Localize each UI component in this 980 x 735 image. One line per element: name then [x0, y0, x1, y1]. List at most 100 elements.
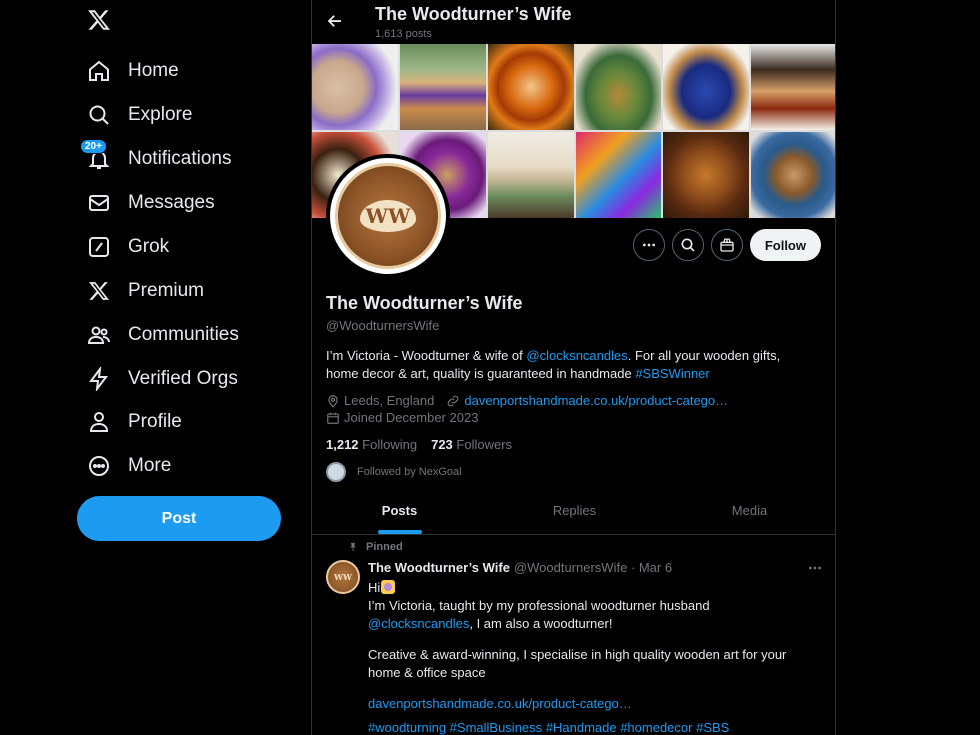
ellipsis-icon: [642, 243, 655, 247]
sidebar-nav: Home Explore 20+ Notifications Messages …: [76, 0, 306, 735]
sidebar-item-messages[interactable]: Messages: [86, 183, 215, 223]
tweet-text: Hi: [368, 580, 381, 595]
tweet-text: I’m Victoria, taught by my professional …: [368, 598, 710, 613]
followers-link[interactable]: 723 Followers: [431, 437, 512, 452]
location-text: Leeds, England: [344, 393, 435, 408]
pin-icon: [350, 542, 356, 552]
tweet-hashtags[interactable]: #woodturning #SmallBusiness #Handmade #h…: [368, 720, 729, 735]
website: davenportshandmade.co.uk/product-catego…: [446, 393, 728, 408]
heart-logo-icon: WW: [359, 200, 417, 232]
profile-name: The Woodturner’s Wife: [326, 293, 523, 313]
post-count: 1,613 posts: [375, 28, 432, 40]
followed-by-text: Followed by NexGoal: [357, 466, 462, 478]
banner-photo: [487, 132, 574, 218]
bell-icon: 20+: [80, 139, 112, 172]
calendar-icon: [327, 412, 339, 424]
grok-icon: [86, 234, 112, 260]
tweet-avatar[interactable]: WW: [326, 560, 360, 594]
pinned-text: Pinned: [366, 541, 403, 553]
joined-text: Joined December 2023: [344, 410, 479, 425]
post-button[interactable]: Post: [77, 496, 281, 541]
subscribe-button[interactable]: [710, 229, 743, 261]
more-options-button[interactable]: [632, 229, 665, 261]
follow-button[interactable]: Follow: [749, 229, 821, 261]
bio-mention-link[interactable]: @clocksncandles: [526, 348, 627, 363]
ellipsis-icon: [809, 566, 821, 570]
followed-by[interactable]: Followed by NexGoal: [326, 462, 462, 482]
banner-photo: [312, 44, 398, 130]
following-link[interactable]: 1,212 Following: [326, 437, 417, 452]
pinned-tweet[interactable]: Pinned WW The Woodturner’s Wife @Woodtur…: [312, 536, 835, 735]
sidebar-item-label: Premium: [128, 280, 205, 301]
profile-handle: @WoodturnersWife: [326, 318, 440, 333]
sidebar-item-communities[interactable]: Communities: [86, 315, 239, 355]
tweet-more-button[interactable]: [807, 560, 823, 581]
gift-icon: [720, 238, 734, 252]
avatar-logo: WW: [335, 163, 441, 269]
joined: Joined December 2023: [326, 410, 478, 425]
sidebar-item-label: Explore: [128, 104, 193, 125]
tweet-header: The Woodturner’s Wife @WoodturnersWife ·…: [368, 560, 672, 575]
tweet-link[interactable]: davenportshandmade.co.uk/product-catego…: [368, 696, 632, 711]
location-pin-icon: [328, 394, 338, 408]
sidebar-item-home[interactable]: Home: [86, 51, 179, 91]
home-icon: [86, 58, 112, 84]
tweet-mention-link[interactable]: @clocksncandles: [368, 616, 469, 631]
tab-media[interactable]: Media: [662, 487, 835, 534]
sidebar-item-explore[interactable]: Explore: [86, 95, 192, 135]
banner-photo: [751, 132, 835, 218]
sidebar-item-label: Verified Orgs: [128, 368, 238, 389]
profile-bio: I’m Victoria - Woodturner & wife of @clo…: [326, 347, 816, 383]
followers-label: Followers: [456, 437, 513, 452]
location: Leeds, England: [326, 393, 434, 408]
profile-meta: Leeds, England davenportshandmade.co.uk/…: [326, 393, 740, 408]
sidebar-item-label: Messages: [128, 192, 215, 213]
x-logo-icon: [86, 278, 112, 304]
tab-posts[interactable]: Posts: [312, 487, 487, 534]
link-icon: [448, 395, 459, 406]
following-count: 1,212: [326, 437, 359, 452]
tweet-author-name[interactable]: The Woodturner’s Wife: [368, 560, 510, 575]
emoji-icon: [381, 580, 396, 594]
profile-stats: 1,212 Following 723 Followers: [326, 437, 512, 452]
avatar: [326, 462, 346, 482]
sidebar-item-label: More: [128, 455, 172, 476]
sidebar-item-notifications[interactable]: 20+ Notifications: [80, 139, 232, 179]
website-link[interactable]: davenportshandmade.co.uk/product-catego…: [464, 393, 728, 408]
sidebar-item-premium[interactable]: Premium: [86, 271, 204, 311]
lightning-icon: [86, 366, 112, 392]
sidebar-item-grok[interactable]: Grok: [86, 227, 169, 267]
profile-avatar[interactable]: WW: [326, 154, 450, 278]
back-arrow-icon[interactable]: [326, 12, 344, 30]
sidebar-item-label: Profile: [128, 411, 182, 432]
pinned-label: Pinned: [348, 541, 403, 553]
following-label: Following: [362, 437, 418, 452]
sidebar-item-more[interactable]: More: [86, 446, 171, 486]
sidebar-item-profile[interactable]: Profile: [86, 402, 182, 442]
profile-actions: Follow: [632, 229, 821, 261]
banner-photo: [751, 44, 835, 130]
search-profile-button[interactable]: [671, 229, 704, 261]
profile-joined: Joined December 2023: [326, 410, 490, 425]
banner-photo: [575, 44, 662, 130]
banner-photo: [399, 44, 486, 130]
bio-text: I’m Victoria - Woodturner & wife of: [326, 348, 527, 363]
sidebar-item-label: Grok: [128, 236, 170, 257]
x-logo-icon[interactable]: [86, 8, 114, 36]
tweet-text: , I am also a woodturner!: [469, 616, 613, 631]
envelope-icon: [86, 190, 112, 216]
profile-header-bar: The Woodturner’s Wife 1,613 posts: [312, 0, 835, 44]
page-title: The Woodturner’s Wife: [375, 4, 572, 24]
sidebar-item-label: Home: [128, 60, 179, 81]
sidebar-item-verified-orgs[interactable]: Verified Orgs: [86, 359, 238, 399]
search-icon: [86, 102, 112, 128]
people-icon: [86, 322, 112, 348]
person-icon: [86, 409, 112, 435]
bio-hashtag-link[interactable]: #SBSWinner: [635, 366, 709, 381]
banner-photo: [487, 44, 574, 130]
tweet-text: Creative & award-winning, I specialise i…: [368, 647, 787, 680]
tab-replies[interactable]: Replies: [487, 487, 662, 534]
tweet-body: Hi I’m Victoria, taught by my profession…: [368, 579, 818, 735]
banner-photo: [663, 44, 750, 130]
tweet-handle-date: @WoodturnersWife · Mar 6: [513, 560, 673, 575]
